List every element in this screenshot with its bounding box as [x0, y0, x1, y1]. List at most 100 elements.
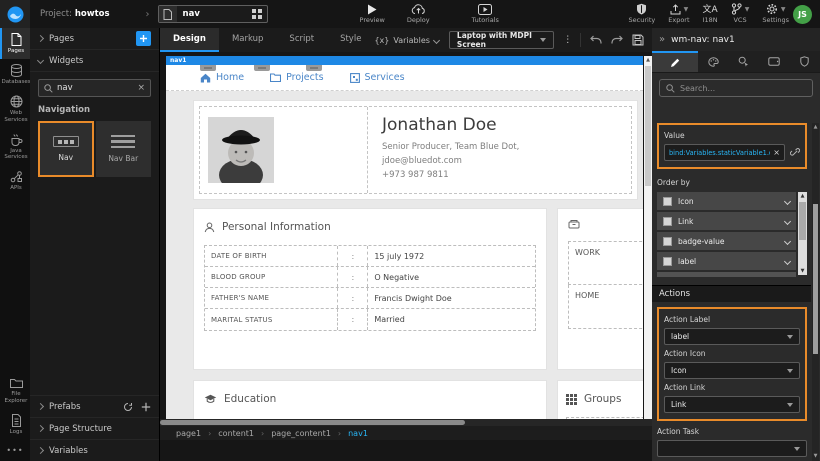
page-name-input[interactable]: nav — [177, 9, 252, 19]
breadcrumb-item[interactable]: page1 — [176, 429, 201, 438]
contact-card[interactable]: WORK HOME — [558, 209, 643, 369]
breadcrumb-item[interactable]: content1 — [218, 429, 254, 438]
panel-scrollbar[interactable]: ▲ ▼ — [812, 123, 819, 461]
drag-handle[interactable] — [200, 65, 216, 71]
chevron-down-icon[interactable] — [784, 217, 791, 224]
order-by-item-icon[interactable]: Icon — [657, 192, 796, 210]
checkbox[interactable] — [663, 237, 672, 246]
security-button[interactable]: Security — [629, 4, 656, 24]
personal-info-card[interactable]: Personal Information DATE OF BIRTH : 15 … — [194, 209, 546, 369]
tab-device[interactable] — [759, 51, 790, 72]
settings-button[interactable]: ▼ Settings — [762, 4, 789, 24]
tab-script[interactable]: Script — [276, 28, 327, 52]
widgets-section-header[interactable]: Widgets — [30, 50, 159, 72]
variables-dropdown[interactable]: {x} Variables — [374, 36, 438, 45]
chevron-down-icon[interactable] — [784, 257, 791, 264]
bind-link-icon[interactable] — [790, 148, 800, 158]
drag-handle[interactable] — [306, 65, 322, 71]
table-row[interactable]: DATE OF BIRTH : 15 july 1972 — [205, 246, 535, 267]
widget-tile-nav[interactable]: Nav — [38, 121, 94, 177]
chevron-down-icon[interactable] — [784, 237, 791, 244]
variables-section-header[interactable]: Variables — [30, 439, 159, 461]
wavemaker-logo-icon[interactable] — [0, 0, 30, 28]
refresh-icon[interactable] — [123, 402, 133, 412]
page-selector[interactable]: nav — [158, 5, 268, 23]
action-task-select[interactable] — [657, 440, 807, 457]
sidebar-item-databases[interactable]: Databases — [0, 59, 30, 90]
scrollbar-thumb[interactable] — [799, 202, 806, 240]
more-options-icon[interactable]: ••• — [0, 440, 30, 461]
action-icon-select[interactable]: Icon — [664, 362, 800, 379]
page-grid-icon[interactable] — [252, 9, 262, 19]
widget-tile-navbar[interactable]: Nav Bar — [96, 121, 152, 177]
scrollbar-thumb[interactable] — [813, 204, 818, 354]
nav-widget[interactable]: Home Projects Services — [166, 65, 643, 91]
tab-design[interactable]: Design — [160, 28, 219, 52]
sidebar-item-pages[interactable]: Pages — [0, 28, 30, 59]
checkbox[interactable] — [663, 217, 672, 226]
page-structure-section-header[interactable]: Page Structure — [30, 417, 159, 439]
order-by-scrollbar[interactable]: ▲ ▼ — [798, 192, 807, 275]
canvas-horizontal-scrollbar[interactable] — [160, 419, 652, 426]
checkbox[interactable] — [663, 257, 672, 266]
panel-expand-icon[interactable]: » — [659, 34, 665, 45]
preview-button[interactable]: Preview — [360, 4, 385, 24]
kebab-menu-icon[interactable]: ⋮ — [563, 35, 572, 45]
nav-item-home[interactable]: Home — [200, 72, 244, 83]
undo-button[interactable] — [590, 35, 602, 45]
chevron-down-icon[interactable] — [784, 197, 791, 204]
action-link-select[interactable]: Link — [664, 396, 800, 413]
sidebar-item-apis[interactable]: APIs — [0, 165, 30, 196]
sidebar-item-logs[interactable]: Logs — [0, 409, 30, 440]
tutorials-button[interactable]: Tutorials — [472, 4, 499, 24]
scrollbar-thumb[interactable] — [645, 66, 651, 186]
scroll-up-icon[interactable]: ▲ — [801, 192, 805, 200]
scroll-up-icon[interactable]: ▲ — [814, 123, 818, 132]
tab-markup[interactable]: Markup — [219, 28, 276, 52]
table-row[interactable]: BLOOD GROUP : O Negative — [205, 267, 535, 288]
actions-section-header[interactable]: Actions — [652, 285, 811, 302]
scrollbar-thumb[interactable] — [160, 420, 465, 425]
tab-styles[interactable] — [698, 51, 729, 72]
pages-section-header[interactable]: Pages — [30, 28, 159, 50]
scroll-up-icon[interactable]: ▲ — [644, 56, 652, 64]
drag-handle[interactable] — [254, 65, 270, 71]
canvas-vertical-scrollbar[interactable]: ▲ — [644, 56, 652, 440]
i18n-button[interactable]: 文A I18N — [703, 4, 718, 24]
prefabs-section-header[interactable]: Prefabs — [30, 395, 159, 417]
user-avatar[interactable]: JS — [793, 5, 812, 24]
redo-button[interactable] — [611, 35, 623, 45]
nav-item-services[interactable]: Services — [350, 72, 405, 83]
tab-events[interactable] — [728, 51, 759, 72]
table-row[interactable]: FATHER'S NAME : Francis Dwight Doe — [205, 288, 535, 309]
sidebar-item-file-explorer[interactable]: File Explorer — [0, 373, 30, 409]
property-search-input[interactable]: Search... — [659, 79, 813, 97]
order-by-item-link[interactable]: Link — [657, 212, 796, 230]
breadcrumb-item-current[interactable]: nav1 — [348, 429, 368, 438]
deploy-button[interactable]: Deploy — [407, 4, 430, 24]
add-page-button[interactable] — [136, 31, 151, 46]
tab-style[interactable]: Style — [327, 28, 374, 52]
scroll-down-icon[interactable]: ▼ — [814, 452, 818, 461]
profile-card[interactable]: Jonathan Doe Senior Producer, Team Blue … — [194, 101, 637, 199]
breadcrumb-item[interactable]: page_content1 — [271, 429, 331, 438]
action-label-select[interactable]: label — [664, 328, 800, 345]
table-row[interactable]: WORK — [568, 241, 643, 285]
value-binding-input[interactable]: bind:Variables.staticVariable1.dataSet × — [664, 144, 785, 161]
nav-item-projects[interactable]: Projects — [270, 72, 323, 83]
tab-security[interactable] — [789, 51, 820, 72]
scroll-down-icon[interactable]: ▼ — [801, 267, 805, 275]
order-by-item-label-field[interactable]: label — [657, 252, 796, 270]
checkbox[interactable] — [663, 197, 672, 206]
table-row[interactable]: MARITAL STATUS : Married — [205, 309, 535, 330]
export-button[interactable]: ▼ Export — [668, 4, 689, 24]
vcs-button[interactable]: ▼ VCS — [731, 4, 750, 24]
clear-search-icon[interactable]: × — [137, 83, 145, 93]
sidebar-item-java-services[interactable]: Java Services — [0, 128, 30, 166]
widget-search-input[interactable]: nav × — [38, 79, 151, 97]
sidebar-item-web-services[interactable]: Web Services — [0, 90, 30, 128]
tab-properties[interactable] — [652, 51, 698, 72]
table-row[interactable]: HOME — [568, 285, 643, 329]
order-by-item-badge-value[interactable]: badge-value — [657, 232, 796, 250]
device-selector[interactable]: Laptop with MDPI Screen — [449, 31, 554, 49]
